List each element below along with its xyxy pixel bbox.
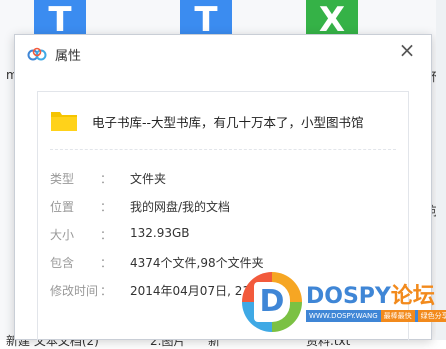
- dospy-watermark: D DOSPY论坛 WWW.DOSPY.WANG 最棒最快 绿色分享: [242, 272, 446, 340]
- property-colon: ：: [100, 256, 113, 270]
- dialog-header[interactable]: 属性 ×: [15, 35, 431, 73]
- property-colon: ：: [100, 200, 113, 214]
- watermark-url: WWW.DOSPY.WANG: [309, 312, 378, 320]
- property-colon: ：: [100, 228, 113, 242]
- property-colon: ：: [100, 284, 113, 298]
- watermark-name: DOSPY: [306, 284, 391, 309]
- property-value: 文件夹: [130, 172, 167, 186]
- dospy-logo-icon: D: [242, 272, 302, 332]
- watermark-tag: 最棒最快: [380, 310, 415, 322]
- watermark-title: DOSPY论坛: [306, 278, 435, 310]
- property-colon: ：: [100, 172, 113, 186]
- divider: [50, 149, 396, 150]
- folder-icon: [51, 112, 77, 131]
- close-button[interactable]: ×: [397, 40, 417, 61]
- property-value: 4374个文件,98个文件夹: [130, 256, 264, 270]
- watermark-name-cn: 论坛: [390, 284, 435, 309]
- property-value: 132.93GB: [130, 226, 190, 240]
- dospy-logo-letter: D: [254, 282, 290, 322]
- file-name: 电子书库--大型书库，有几十万本了，小型图书馆: [92, 115, 364, 130]
- cloud-icon: [27, 47, 47, 61]
- property-value: 我的网盘/我的文档: [130, 200, 231, 214]
- watermark-subtitle: WWW.DOSPY.WANG 最棒最快 绿色分享: [306, 310, 446, 322]
- watermark-tag: 绿色分享: [417, 310, 446, 322]
- dialog-title: 属性: [55, 49, 82, 64]
